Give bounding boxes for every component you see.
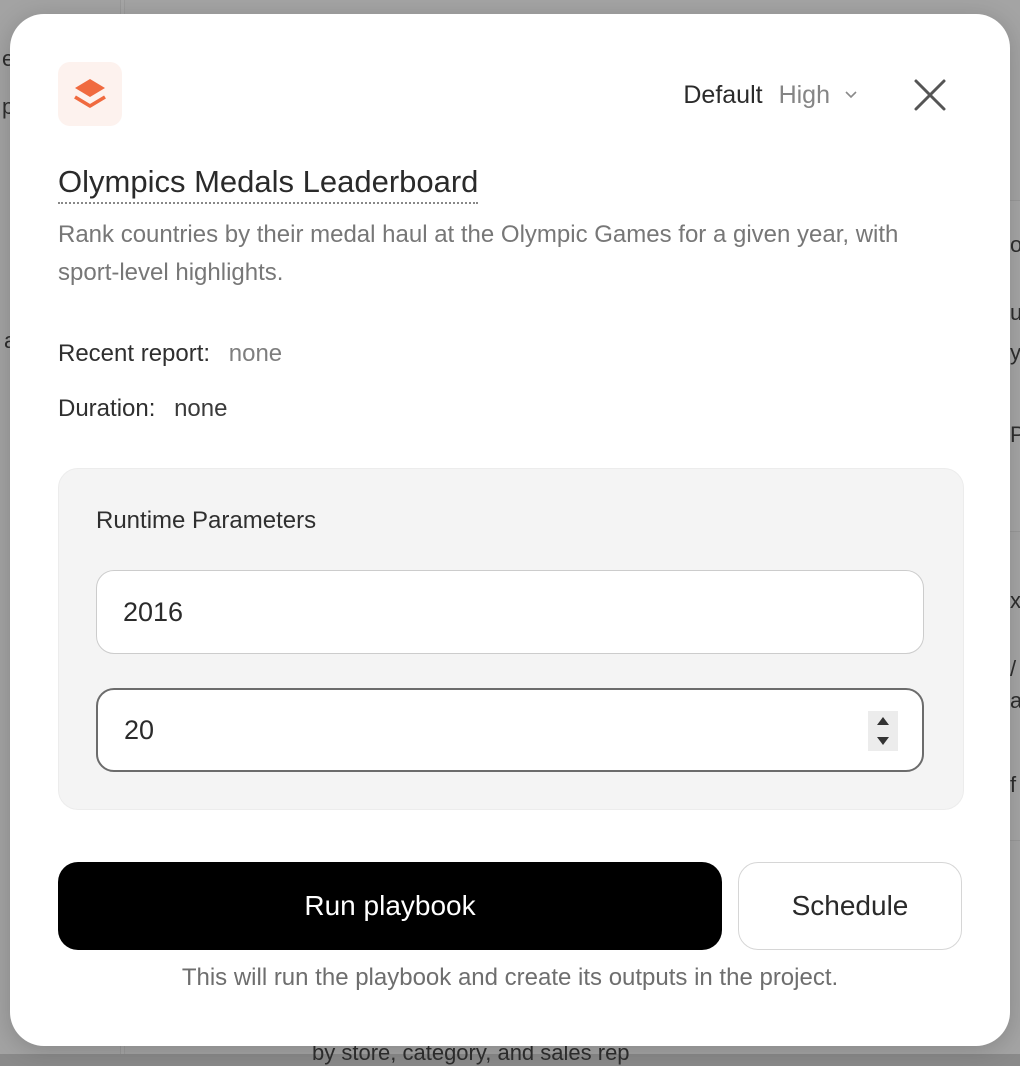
close-icon[interactable] [913,78,947,112]
background-text-fragment: x [1010,588,1020,613]
playbook-title[interactable]: Olympics Medals Leaderboard [58,164,479,204]
run-playbook-dialog: Default High Olympics Medals Leaderboard… [10,14,1010,1046]
background-text-fragment: f [1010,772,1017,797]
close-button[interactable] [910,75,950,115]
stepper-down-icon[interactable] [876,736,890,746]
background-text-fragment: y [1010,340,1020,365]
header-controls: Default High [683,72,950,118]
priority-label: Default [683,80,763,109]
recent-report-label: Recent report: [58,340,211,367]
stepper-up-icon[interactable] [876,716,890,726]
chevron-down-icon[interactable] [844,88,858,102]
duration-value: none [174,395,228,422]
playbook-description: Rank countries by their medal haul at th… [58,221,899,286]
runtime-parameters-panel: Runtime Parameters 2016 20 [58,468,964,810]
year-input-value: 2016 [123,596,184,627]
duration-row: Duration: none [58,394,227,424]
run-footnote: This will run the playbook and create it… [181,964,839,991]
recent-report-value: none [228,340,283,367]
background-text-fragment: P [1010,422,1020,447]
year-input[interactable]: 2016 [96,570,924,654]
background-text-fragment: a [1010,688,1020,713]
stack-layers-icon [74,79,106,108]
schedule-button[interactable]: Schedule [738,862,962,950]
playbook-logo [58,62,122,126]
background-text-fragment: o [1010,232,1020,257]
count-number-input[interactable]: 20 [96,688,924,772]
background-text-fragment: / [1010,656,1017,681]
number-stepper[interactable] [868,711,898,751]
count-input-value: 20 [124,714,155,745]
background-text-fragment: u [1010,300,1020,325]
duration-label: Duration: [58,395,156,422]
runtime-parameters-title: Runtime Parameters [96,507,317,534]
recent-report-row: Recent report: none [58,339,282,369]
run-playbook-button[interactable]: Run playbook [58,862,722,950]
priority-select[interactable]: High [779,81,830,110]
